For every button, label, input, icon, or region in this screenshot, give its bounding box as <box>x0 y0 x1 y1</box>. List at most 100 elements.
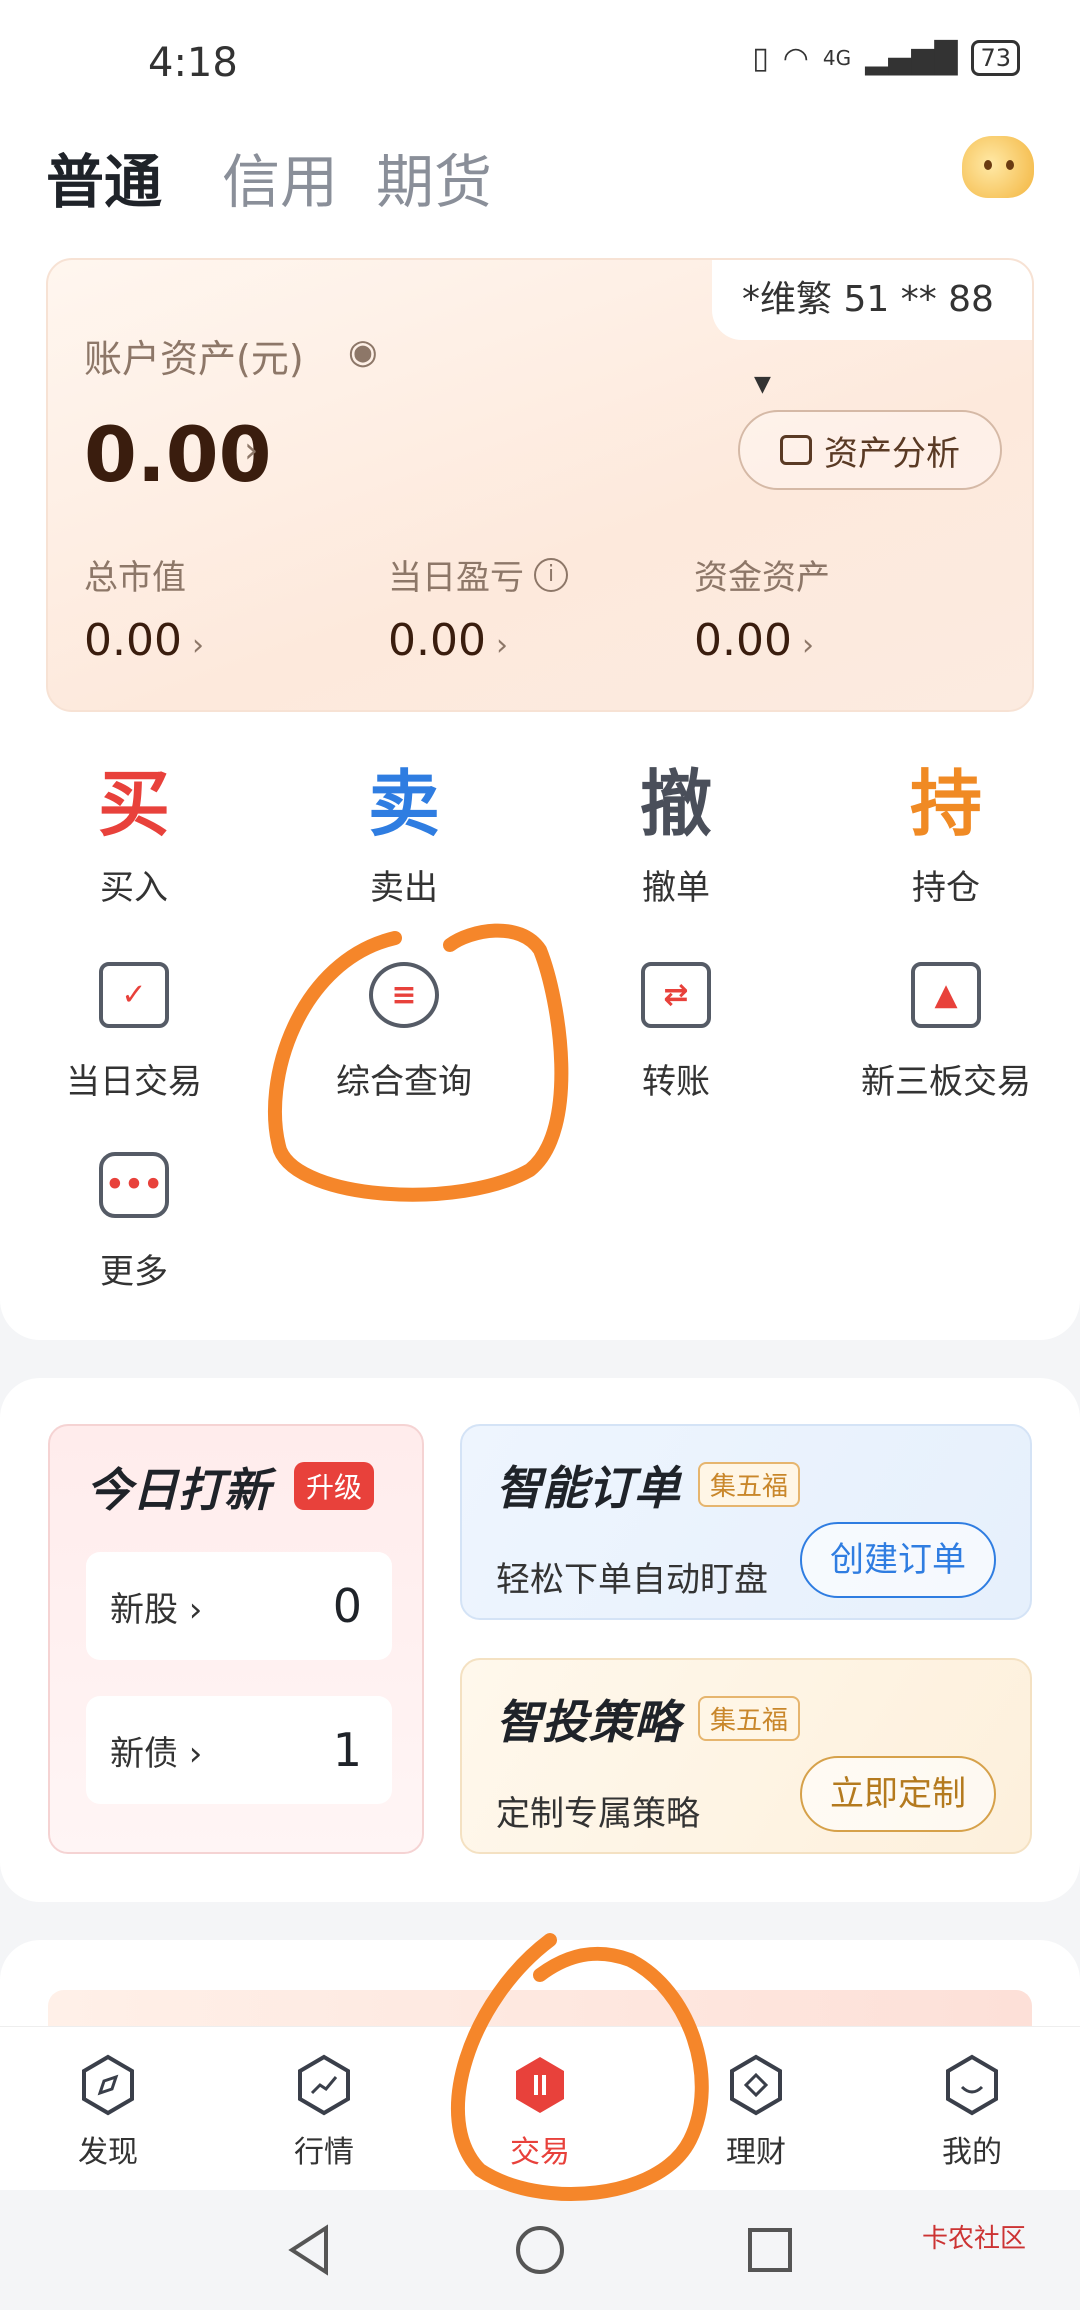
vibrate-icon: ▯ <box>752 40 769 76</box>
asset-analysis-button[interactable]: 资产分析 <box>738 410 1002 490</box>
buy-glyph-icon: 买 <box>97 762 170 846</box>
account-number: *维繁 51 ** 88 <box>742 279 994 320</box>
tool-more[interactable]: ••• 更多 <box>14 1152 254 1293</box>
nav-wealth[interactable]: 理财 <box>648 2027 864 2190</box>
nav-label: 我的 <box>942 2135 1002 2170</box>
home-icon[interactable] <box>510 2220 570 2280</box>
info-icon[interactable]: i <box>534 557 568 592</box>
monitor-triangle-icon: ▲ <box>911 962 981 1028</box>
tool-label: 新三板交易 <box>861 1062 1031 1102</box>
compass-icon <box>76 2053 140 2117</box>
chevron-right-icon: › <box>191 628 204 663</box>
signal-icon: ▂▄▆█ <box>865 40 958 76</box>
profile-icon <box>940 2053 1004 2117</box>
chevron-right-icon: › <box>495 628 508 663</box>
tool-transfer[interactable]: ⇄ 转账 <box>556 962 796 1103</box>
trade-icon <box>508 2053 572 2117</box>
chevron-right-icon: › <box>801 628 814 663</box>
system-nav <box>0 2190 1080 2310</box>
tool-label: 综合查询 <box>336 1062 472 1102</box>
caret-down-icon: ▼ <box>754 372 771 397</box>
action-cancel-order[interactable]: 撤 撤单 <box>556 764 796 909</box>
account-selector[interactable]: *维繁 51 ** 88 ▼ <box>712 260 1032 397</box>
smart-strategy-panel[interactable]: 智投策略 集五福 定制专属策略 立即定制 <box>460 1658 1032 1854</box>
stat-label: 总市值 <box>84 558 186 598</box>
action-label: 买入 <box>100 868 168 908</box>
nav-label: 行情 <box>294 2135 354 2170</box>
stat-label: 资金资产 <box>694 558 830 598</box>
new-ipo-panel[interactable]: 今日打新 升级 新股 › 0 新债 › 1 <box>48 1424 424 1854</box>
smart-order-badge: 集五福 <box>698 1462 801 1507</box>
watermark-logo: 卡农社区 <box>921 2224 1026 2254</box>
tool-neeq-trading[interactable]: ▲ 新三板交易 <box>826 962 1066 1103</box>
action-label: 卖出 <box>370 868 438 908</box>
positions-glyph-icon: 持 <box>909 762 982 846</box>
analysis-icon <box>780 435 812 465</box>
smart-order-title: 智能订单 <box>496 1461 680 1515</box>
tool-label: 转账 <box>642 1062 710 1102</box>
action-buy[interactable]: 买 买入 <box>14 764 254 909</box>
stat-label: 当日盈亏 <box>388 558 524 598</box>
action-positions[interactable]: 持 持仓 <box>826 764 1066 909</box>
smart-order-panel[interactable]: 智能订单 集五福 轻松下单自动盯盘 创建订单 <box>460 1424 1032 1620</box>
status-icons: ▯ ◠ 4G ▂▄▆█ 73 <box>752 40 1020 76</box>
network-label: 4G <box>822 46 852 70</box>
search-query-icon: ≡ <box>369 962 439 1028</box>
nav-label: 发现 <box>78 2135 138 2170</box>
stat-value: 0.00 <box>388 615 486 666</box>
ipo-row-stocks[interactable]: 新股 › 0 <box>86 1552 392 1660</box>
stat-daily-pnl[interactable]: 当日盈亏 i 0.00 › <box>388 550 568 666</box>
ipo-row-bonds[interactable]: 新债 › 1 <box>86 1696 392 1804</box>
chevron-right-icon: › <box>178 1733 203 1774</box>
nav-trade[interactable]: 交易 <box>432 2027 648 2190</box>
ipo-row-label: 新债 <box>110 1733 178 1774</box>
smart-strategy-subtitle: 定制专属策略 <box>496 1794 700 1834</box>
nav-label: 理财 <box>726 2135 786 2170</box>
calendar-check-icon: ✓ <box>99 962 169 1028</box>
tab-credit[interactable]: 信用 <box>222 135 338 219</box>
cancel-glyph-icon: 撤 <box>639 762 712 846</box>
chevron-right-icon: › <box>244 430 259 471</box>
customize-now-button[interactable]: 立即定制 <box>800 1756 996 1832</box>
smart-strategy-badge: 集五福 <box>698 1696 801 1741</box>
action-sell[interactable]: 卖 卖出 <box>284 764 524 909</box>
tool-label: 更多 <box>100 1252 168 1292</box>
smart-order-subtitle: 轻松下单自动盯盘 <box>496 1560 768 1600</box>
tab-normal[interactable]: 普通 <box>46 135 162 219</box>
tool-daily-trades[interactable]: ✓ 当日交易 <box>14 962 254 1103</box>
asset-card: *维繁 51 ** 88 ▼ 账户资产(元) ◉ 0.00 › 资产分析 总市值… <box>46 258 1034 712</box>
ipo-row-count: 1 <box>332 1723 362 1777</box>
nav-discover[interactable]: 发现 <box>0 2027 216 2190</box>
nav-market[interactable]: 行情 <box>216 2027 432 2190</box>
asset-analysis-label: 资产分析 <box>824 433 960 474</box>
asset-label: 账户资产(元) <box>84 337 304 381</box>
back-icon[interactable] <box>280 2220 340 2280</box>
smart-strategy-title: 智投策略 <box>496 1695 680 1749</box>
stat-cash-assets[interactable]: 资金资产 0.00 › <box>694 550 830 666</box>
create-order-button[interactable]: 创建订单 <box>800 1522 996 1598</box>
sell-glyph-icon: 卖 <box>367 762 440 846</box>
stat-value: 0.00 <box>84 615 182 666</box>
ipo-row-count: 0 <box>332 1579 362 1633</box>
status-clock: 4:18 <box>148 40 238 86</box>
upgrade-badge: 升级 <box>294 1462 375 1510</box>
stat-market-value[interactable]: 总市值 0.00 › <box>84 550 204 666</box>
bottom-nav: 发现 行情 交易 理财 我的 <box>0 2026 1080 2190</box>
nav-mine[interactable]: 我的 <box>864 2027 1080 2190</box>
tab-futures[interactable]: 期货 <box>376 135 492 219</box>
status-bar: 4:18 ▯ ◠ 4G ▂▄▆█ 73 <box>0 0 1080 120</box>
transfer-card-icon: ⇄ <box>641 962 711 1028</box>
more-hexagon-icon: ••• <box>99 1152 169 1218</box>
recents-icon[interactable] <box>740 2220 800 2280</box>
tool-label: 当日交易 <box>66 1062 202 1102</box>
action-label: 撤单 <box>642 868 710 908</box>
ipo-row-label: 新股 <box>110 1589 178 1630</box>
battery-indicator: 73 <box>971 40 1020 76</box>
tool-comprehensive-query[interactable]: ≡ 综合查询 <box>284 962 524 1103</box>
mascot-avatar-icon[interactable] <box>962 136 1034 198</box>
nav-label: 交易 <box>510 2135 570 2170</box>
stat-value: 0.00 <box>694 615 792 666</box>
action-label: 持仓 <box>912 868 980 908</box>
diamond-icon <box>724 2053 788 2117</box>
eye-icon[interactable]: ◉ <box>348 332 378 372</box>
